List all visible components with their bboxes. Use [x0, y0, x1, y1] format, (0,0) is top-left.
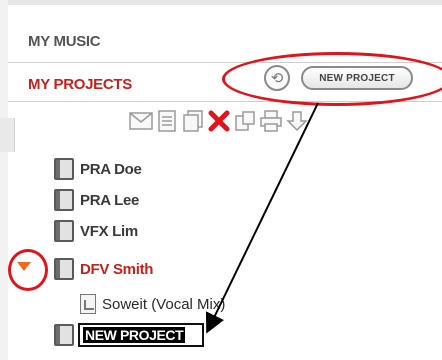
annotation-arrow — [205, 102, 319, 334]
